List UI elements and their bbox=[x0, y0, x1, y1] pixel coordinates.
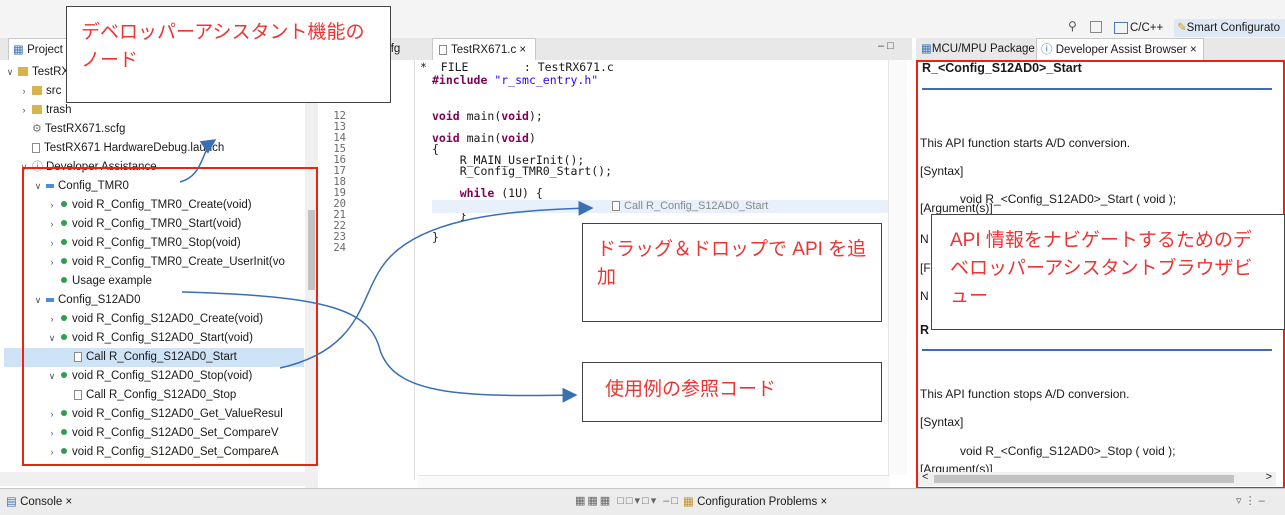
callout-drag-drop: ドラッグ＆ドロップで API を追加 bbox=[582, 223, 882, 322]
arrow-usage-example bbox=[181, 291, 578, 403]
callout-node: デベロッパーアシスタント機能のノード bbox=[66, 6, 391, 103]
callout-usage: 使用例の参照コード bbox=[582, 362, 882, 422]
callout-browser: API 情報をナビゲートするためのデベロッパーアシスタントブラウザビュー bbox=[931, 214, 1285, 330]
arrow-to-node-label bbox=[179, 139, 217, 183]
arrow-drag-drop bbox=[279, 200, 594, 369]
